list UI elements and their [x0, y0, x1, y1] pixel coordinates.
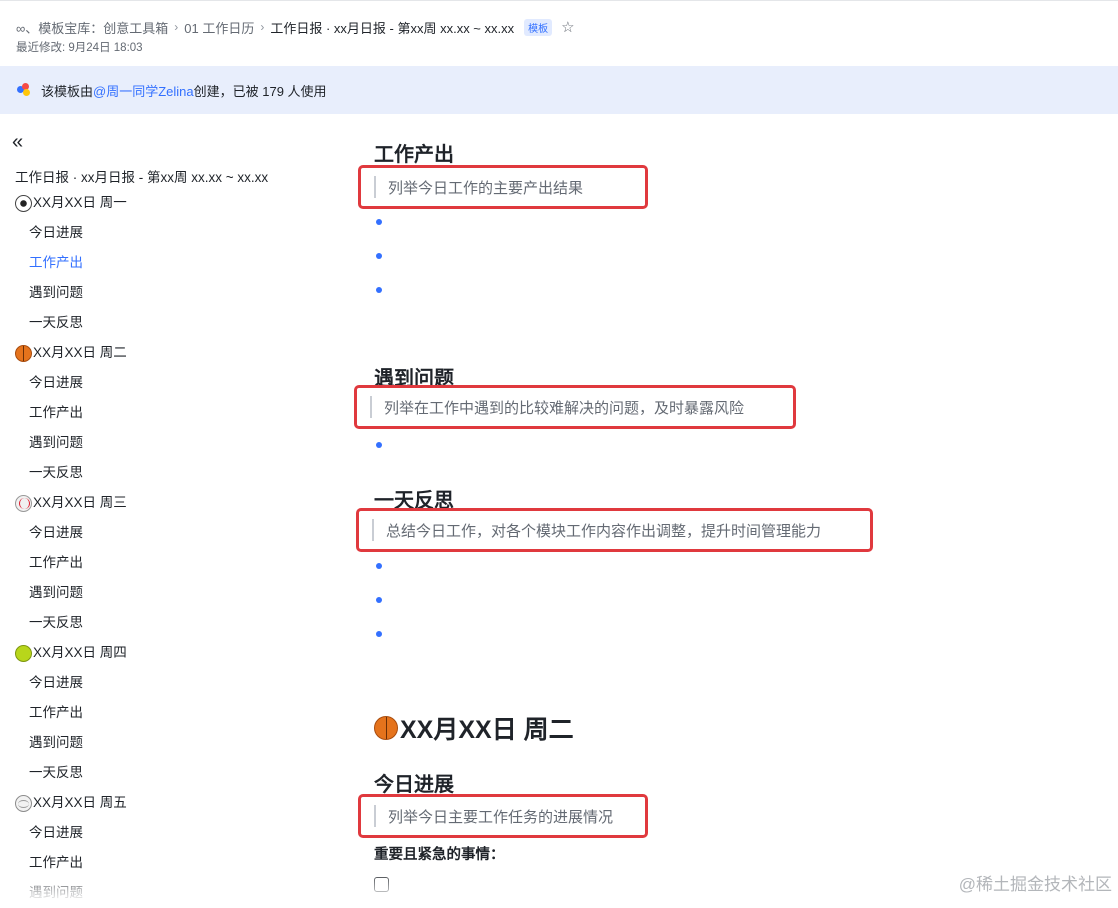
breadcrumb-item-library[interactable]: ∞、模板宝库：创意工具箱 — [16, 18, 168, 37]
watermark: @稀土掘金技术社区 — [958, 875, 1112, 894]
volleyball-icon — [15, 794, 32, 812]
outline-day-monday[interactable]: XX月XX日 周一 — [0, 188, 340, 218]
app-logo-icon — [17, 83, 31, 97]
quote-block-output[interactable]: 列举今日工作的主要产出结果 — [358, 165, 648, 209]
document-header: ∞、模板宝库：创意工具箱 › 01 工作日历 › 工作日报 · xx月日报 - … — [0, 0, 1118, 66]
outline-item[interactable]: 工作产出 — [0, 398, 340, 428]
heading-output: 工作产出 — [374, 144, 454, 166]
basketball-icon — [15, 344, 32, 362]
outline-item[interactable]: 今日进展 — [0, 518, 340, 548]
notice-suffix: 创建，已被 179 人使用 — [193, 83, 327, 99]
outline-item[interactable]: 一天反思 — [0, 308, 340, 338]
outline-list: XX月XX日 周一 今日进展 工作产出 遇到问题 一天反思 XX月XX日 周二 … — [0, 188, 340, 908]
bullet-point[interactable] — [376, 631, 382, 637]
quote-text: 列举在工作中遇到的比较难解决的问题，及时暴露风险 — [384, 399, 745, 417]
breadcrumb-item-current[interactable]: 工作日报 · xx月日报 - 第xx周 xx.xx ~ xx.xx — [270, 18, 514, 37]
baseball-icon — [15, 494, 32, 512]
quote-bar — [370, 396, 372, 418]
outline-item[interactable]: 工作产出 — [0, 698, 340, 728]
basketball-icon — [374, 716, 398, 740]
bullet-point[interactable] — [376, 219, 382, 225]
outline-item[interactable]: 一天反思 — [0, 608, 340, 638]
quote-text: 总结今日工作，对各个模块工作内容作出调整，提升时间管理能力 — [386, 522, 822, 540]
quote-block-reflection[interactable]: 总结今日工作，对各个模块工作内容作出调整，提升时间管理能力 — [356, 508, 873, 552]
bullet-point[interactable] — [376, 287, 382, 293]
outline-item[interactable]: 今日进展 — [0, 218, 340, 248]
outline-day-thursday[interactable]: XX月XX日 周四 — [0, 638, 340, 668]
outline-doc-title[interactable]: 工作日报 · xx月日报 - 第xx周 xx.xx ~ xx.xx — [15, 166, 268, 186]
quote-block-problems[interactable]: 列举在工作中遇到的比较难解决的问题，及时暴露风险 — [354, 385, 796, 429]
outline-item[interactable]: 遇到问题 — [0, 278, 340, 308]
outline-item[interactable]: 遇到问题 — [0, 578, 340, 608]
bullet-point[interactable] — [376, 597, 382, 603]
outline-item[interactable]: 遇到问题 — [0, 728, 340, 758]
outline-item[interactable]: 遇到问题 — [0, 428, 340, 458]
bullet-point[interactable] — [376, 253, 382, 259]
breadcrumb: ∞、模板宝库：创意工具箱 › 01 工作日历 › 工作日报 · xx月日报 - … — [16, 17, 575, 37]
outline-item[interactable]: 工作产出 — [0, 548, 340, 578]
quote-text: 列举今日主要工作任务的进展情况 — [388, 808, 614, 826]
bottom-fade — [0, 868, 1118, 899]
outline-item[interactable]: 一天反思 — [0, 758, 340, 788]
soccer-ball-icon — [15, 194, 32, 212]
breadcrumb-item-calendar[interactable]: 01 工作日历 — [184, 18, 254, 37]
quote-text: 列举今日工作的主要产出结果 — [388, 179, 584, 197]
collapse-sidebar-icon[interactable]: « — [12, 132, 23, 152]
outline-sidebar: « 工作日报 · xx月日报 - 第xx周 xx.xx ~ xx.xx XX月X… — [0, 114, 340, 900]
bullet-point[interactable] — [376, 442, 382, 448]
outline-item[interactable]: 今日进展 — [0, 668, 340, 698]
document-body: 工作产出 列举今日工作的主要产出结果 遇到问题 列举在工作中遇到的比较难解决的问… — [340, 114, 1118, 899]
outline-item[interactable]: 今日进展 — [0, 368, 340, 398]
star-icon[interactable]: ☆ — [561, 18, 574, 36]
template-badge: 模板 — [524, 18, 553, 36]
important-urgent-label: 重要且紧急的事情： — [374, 847, 505, 863]
quote-bar — [374, 176, 376, 198]
day-heading-tuesday: XX月XX日 周二 — [374, 710, 574, 746]
chevron-right-icon: › — [174, 20, 179, 34]
outline-item[interactable]: 一天反思 — [0, 458, 340, 488]
quote-bar — [372, 519, 374, 541]
outline-day-wednesday[interactable]: XX月XX日 周三 — [0, 488, 340, 518]
notice-prefix: 该模板由 — [41, 83, 94, 99]
outline-day-friday[interactable]: XX月XX日 周五 — [0, 788, 340, 818]
last-modified: 最近修改: 9月24日 18:03 — [16, 42, 143, 54]
bullet-point[interactable] — [376, 563, 382, 569]
outline-item-active[interactable]: 工作产出 — [0, 248, 340, 278]
quote-block-progress[interactable]: 列举今日主要工作任务的进展情况 — [358, 794, 648, 838]
outline-day-tuesday[interactable]: XX月XX日 周二 — [0, 338, 340, 368]
heading-progress: 今日进展 — [374, 774, 454, 796]
author-mention-link[interactable]: @周一同学Zelina — [93, 81, 194, 100]
outline-item[interactable]: 今日进展 — [0, 818, 340, 848]
tennis-ball-icon — [15, 644, 32, 662]
chevron-right-icon: › — [260, 20, 265, 34]
quote-bar — [374, 805, 376, 827]
template-notice-bar: 该模板由 @周一同学Zelina 创建，已被 179 人使用 — [0, 66, 1118, 114]
